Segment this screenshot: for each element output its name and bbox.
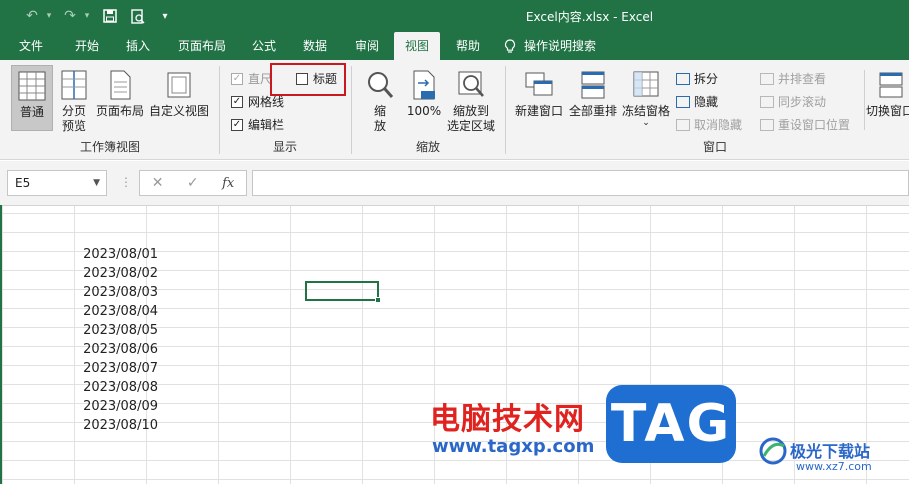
- cell-date[interactable]: 2023/08/05: [76, 321, 160, 340]
- title-bar: ↶ ▾ ↷ ▾ ▾ Excel内容.xlsx - Excel: [0, 0, 909, 32]
- watermark-site-url: www.xz7.com: [796, 460, 872, 473]
- show-group-label: 显示: [272, 140, 297, 154]
- ribbon-separator: [351, 66, 352, 154]
- page-layout-icon: [110, 70, 131, 100]
- checkmark-icon: ✓: [231, 118, 243, 131]
- name-box[interactable]: E5 ▼: [7, 170, 107, 196]
- ribbon-separator: [505, 66, 506, 154]
- chevron-down-icon: ⌄: [642, 118, 650, 128]
- unhide-icon: [676, 118, 690, 131]
- ribbon-tabs: 文件 开始 插入 页面布局 公式 数据 审阅 视图 帮助 操作说明搜索: [0, 32, 909, 60]
- split-button[interactable]: 拆分: [676, 70, 718, 87]
- reset-position-icon: [760, 118, 774, 131]
- split-icon: [676, 72, 690, 85]
- hide-button[interactable]: 隐藏: [676, 93, 718, 110]
- zoom-to-selection-button[interactable]: 缩放到 选定区域: [444, 69, 498, 134]
- arrange-all-button[interactable]: 全部重排: [566, 69, 620, 119]
- synchronous-scrolling-button[interactable]: 同步滚动: [760, 93, 826, 110]
- tab-review[interactable]: 审阅: [344, 32, 390, 60]
- tab-formulas[interactable]: 公式: [242, 32, 286, 60]
- tab-data[interactable]: 数据: [292, 32, 338, 60]
- tab-home[interactable]: 开始: [62, 32, 112, 60]
- new-window-icon: [525, 72, 553, 96]
- ruler-checkbox[interactable]: ✓ 直尺: [231, 70, 272, 87]
- formula-bar-checkbox[interactable]: ✓ 编辑栏: [231, 116, 284, 133]
- normal-view-icon: [18, 71, 46, 101]
- zoom-100-icon: [413, 70, 435, 100]
- cell-date[interactable]: 2023/08/04: [76, 302, 160, 321]
- cell-date[interactable]: 2023/08/03: [76, 283, 160, 302]
- page-break-preview-icon: [61, 70, 87, 100]
- tab-help[interactable]: 帮助: [446, 32, 490, 60]
- headings-highlight-box: [270, 63, 346, 96]
- custom-views-button[interactable]: 自定义视图: [148, 69, 210, 119]
- fill-handle[interactable]: [375, 297, 381, 303]
- ribbon-separator: [864, 70, 865, 130]
- workbook-views-group-label: 工作簿视图: [79, 140, 140, 154]
- watermark-site: 极光下载站: [790, 442, 871, 461]
- new-window-button[interactable]: 新建窗口: [512, 69, 566, 119]
- cell-date[interactable]: 2023/08/02: [76, 264, 160, 283]
- tell-me-label: 操作说明搜索: [524, 39, 597, 53]
- unhide-button[interactable]: 取消隐藏: [676, 116, 742, 133]
- side-by-side-icon: [760, 72, 774, 85]
- lightbulb-icon: [504, 38, 516, 53]
- cell-date[interactable]: 2023/08/08: [76, 378, 160, 397]
- window-group-label: 窗口: [702, 140, 727, 154]
- sync-scroll-icon: [760, 95, 774, 108]
- custom-views-icon: [167, 72, 191, 98]
- cell-date[interactable]: 2023/08/01: [76, 245, 160, 264]
- insert-function-icon[interactable]: fx: [222, 176, 234, 191]
- aurora-logo-icon: [759, 437, 787, 465]
- cell-date[interactable]: 2023/08/09: [76, 397, 160, 416]
- tell-me-search[interactable]: 操作说明搜索: [504, 32, 614, 60]
- watermark-tag-logo: TAG: [606, 385, 736, 463]
- watermark-url: www.tagxp.com: [432, 436, 595, 457]
- enter-icon[interactable]: ✓: [187, 175, 199, 191]
- reset-window-position-button[interactable]: 重设窗口位置: [760, 116, 850, 133]
- formula-bar: E5 ▼ ⋮ ✕ ✓ fx: [0, 161, 909, 205]
- magnifier-icon: [368, 72, 394, 98]
- chevron-down-icon: ▼: [93, 178, 100, 188]
- formula-buttons: ✕ ✓ fx: [139, 170, 247, 196]
- sheet-left-border: [0, 205, 2, 484]
- arrange-all-icon: [581, 71, 605, 99]
- page-layout-button[interactable]: 页面布局: [94, 69, 146, 119]
- switch-windows-icon: [879, 72, 903, 98]
- zoom-100-button[interactable]: 100%: [404, 69, 444, 119]
- hide-icon: [676, 95, 690, 108]
- cell-date[interactable]: 2023/08/07: [76, 359, 160, 378]
- tab-page-layout[interactable]: 页面布局: [170, 32, 234, 60]
- ribbon-separator: [219, 66, 220, 154]
- zoom-selection-icon: [458, 71, 484, 97]
- checkmark-icon: ✓: [231, 72, 243, 85]
- watermark-title: 电脑技术网: [430, 402, 585, 437]
- cell-date[interactable]: 2023/08/10: [76, 416, 160, 435]
- formula-input[interactable]: [252, 170, 909, 196]
- checkmark-icon: ✓: [231, 95, 243, 108]
- normal-view-button[interactable]: 普通: [11, 65, 53, 131]
- cell-date[interactable]: 2023/08/06: [76, 340, 160, 359]
- zoom-button[interactable]: 缩 放: [362, 69, 398, 134]
- more-options-icon[interactable]: ⋮: [120, 175, 132, 189]
- tab-insert[interactable]: 插入: [114, 32, 162, 60]
- freeze-panes-button[interactable]: 冻结窗格 ⌄: [620, 69, 672, 128]
- active-cell-e5[interactable]: [305, 281, 381, 303]
- page-break-preview-button[interactable]: 分页 预览: [56, 69, 92, 134]
- view-side-by-side-button[interactable]: 并排查看: [760, 70, 826, 87]
- tab-file[interactable]: 文件: [8, 32, 54, 60]
- window-title: Excel内容.xlsx - Excel: [525, 10, 654, 24]
- switch-windows-button[interactable]: 切换窗口: [866, 69, 909, 119]
- ribbon-view: 普通 分页 预览 页面布局 自定义视图 工作簿视图 ✓ 直尺 ✓ 网格线 ✓ 编…: [0, 60, 909, 160]
- freeze-panes-icon: [633, 71, 659, 97]
- zoom-group-label: 缩放: [415, 140, 440, 154]
- cancel-icon[interactable]: ✕: [152, 175, 164, 191]
- tab-view[interactable]: 视图: [394, 32, 440, 60]
